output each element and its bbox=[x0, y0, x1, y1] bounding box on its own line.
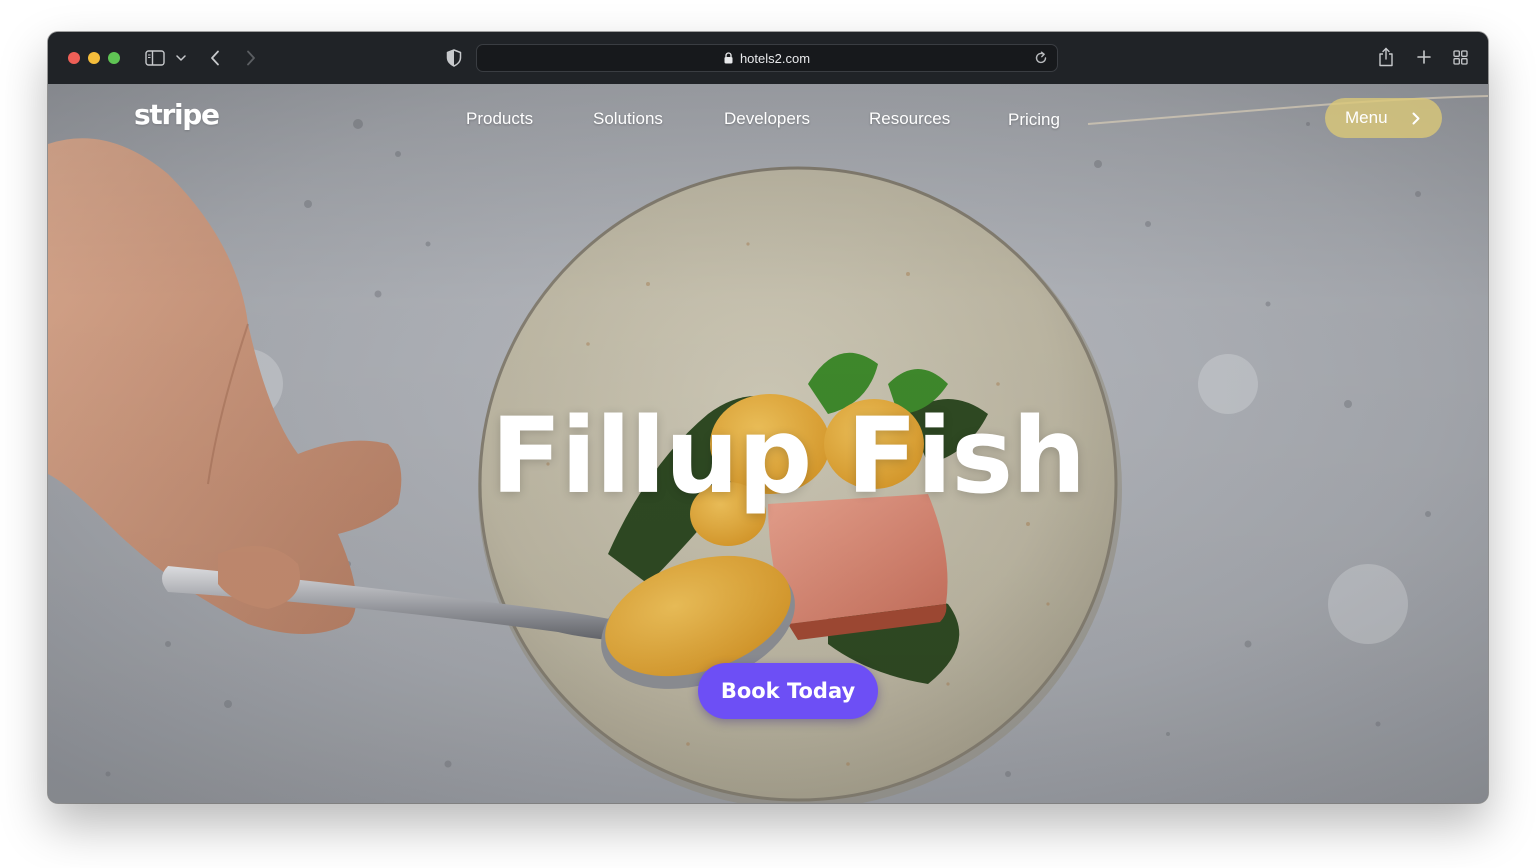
sidebar-icon[interactable] bbox=[144, 47, 166, 69]
minimize-window-button[interactable] bbox=[88, 52, 100, 64]
hero-title: Fillup Fish bbox=[490, 395, 1086, 517]
chevron-right-icon[interactable] bbox=[242, 46, 260, 70]
chevron-right-icon bbox=[1412, 111, 1424, 125]
menu-button-label: Menu bbox=[1345, 108, 1388, 127]
nav-item-developers[interactable]: Developers bbox=[724, 109, 810, 129]
browser-window: hotels2.com stripe Products Solutions De… bbox=[48, 32, 1488, 803]
nav-item-products[interactable]: Products bbox=[466, 109, 533, 129]
nav-item-pricing[interactable]: Pricing bbox=[1008, 110, 1060, 130]
reload-icon[interactable] bbox=[1033, 50, 1049, 66]
nav-item-resources[interactable]: Resources bbox=[869, 109, 950, 129]
lock-icon bbox=[724, 52, 734, 64]
address-bar[interactable]: hotels2.com bbox=[476, 44, 1058, 72]
zoom-window-button[interactable] bbox=[108, 52, 120, 64]
page-viewport: stripe Products Solutions Developers Res… bbox=[48, 84, 1488, 803]
browser-toolbar: hotels2.com bbox=[48, 32, 1488, 85]
close-window-button[interactable] bbox=[68, 52, 80, 64]
chevron-left-icon[interactable] bbox=[206, 46, 224, 70]
grid-icon[interactable] bbox=[1450, 47, 1470, 67]
book-today-button[interactable]: Book Today bbox=[698, 663, 878, 719]
nav-item-solutions[interactable]: Solutions bbox=[593, 109, 663, 129]
address-url[interactable]: hotels2.com bbox=[740, 51, 810, 66]
chevron-down-icon[interactable] bbox=[174, 49, 188, 67]
shield-icon[interactable] bbox=[444, 48, 464, 68]
stripe-logo[interactable]: stripe bbox=[134, 98, 220, 131]
menu-button[interactable]: Menu bbox=[1325, 98, 1442, 138]
share-icon[interactable] bbox=[1376, 45, 1396, 69]
plus-icon[interactable] bbox=[1414, 47, 1434, 67]
